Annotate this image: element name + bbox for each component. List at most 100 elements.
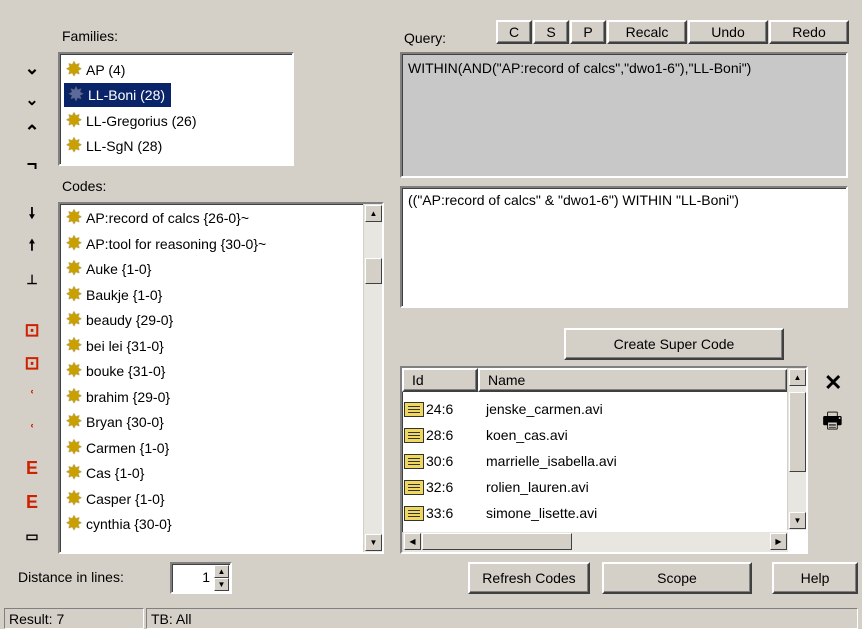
- result-row[interactable]: 33:6 simone_lisette.avi: [404, 500, 784, 526]
- code-list-item[interactable]: ✸ beaudy {29-0}: [64, 308, 174, 332]
- result-row[interactable]: 28:6 koen_cas.avi: [404, 422, 784, 448]
- code-list-item[interactable]: ✸ Baukje {1-0}: [64, 283, 163, 307]
- families-label: Families:: [62, 28, 119, 44]
- tree-icon[interactable]: ⊥: [20, 268, 44, 292]
- printer-icon[interactable]: 🖶: [822, 404, 843, 442]
- bracket-icon-2[interactable]: ⊡: [20, 351, 44, 375]
- scroll-up-button[interactable]: ▲: [789, 369, 806, 386]
- corner-icon[interactable]: ¬: [20, 152, 44, 176]
- code-family-icon: ✸: [67, 84, 85, 106]
- code-list-item[interactable]: ✸ AP:record of calcs {26-0}~: [64, 206, 249, 230]
- list-icon[interactable]: ▭: [20, 524, 44, 548]
- family-item[interactable]: ✸ AP (4): [64, 58, 126, 82]
- result-row[interactable]: 32:6 rolien_lauren.avi: [404, 474, 784, 500]
- arrow-up-icon[interactable]: 🠕: [20, 235, 44, 259]
- status-tb: TB: All: [146, 608, 858, 629]
- code-label: Bryan {30-0}: [86, 414, 164, 430]
- chevron-up-icon[interactable]: ⌃: [20, 120, 44, 144]
- scope-button[interactable]: Scope: [602, 562, 752, 594]
- code-icon: ✸: [65, 309, 83, 331]
- code-list-item[interactable]: ✸ bouke {31-0}: [64, 359, 166, 383]
- code-list-item[interactable]: ✸ AP:tool for reasoning {30-0}~: [64, 232, 267, 256]
- status-result: Result: 7: [4, 608, 144, 629]
- code-list-item[interactable]: ✸ cynthia {30-0}: [64, 512, 172, 536]
- codes-label: Codes:: [62, 178, 107, 194]
- scroll-thumb[interactable]: [365, 258, 382, 284]
- expression-box[interactable]: (("AP:record of calcs" & "dwo1-6") WITHI…: [400, 186, 848, 308]
- redo-button[interactable]: Redo: [769, 20, 849, 44]
- scroll-down-button[interactable]: ▼: [365, 534, 382, 551]
- code-icon: ✸: [65, 385, 83, 408]
- c-button[interactable]: C: [496, 20, 532, 44]
- code-label: beaudy {29-0}: [86, 312, 174, 328]
- result-id: 24:6: [426, 401, 454, 417]
- double-chevron-down-icon[interactable]: ⌄: [20, 88, 44, 112]
- scroll-right-button[interactable]: ▶: [770, 533, 787, 550]
- scroll-left-button[interactable]: ◀: [404, 533, 421, 550]
- arrow-down-icon[interactable]: 🠗: [20, 203, 44, 227]
- column-header-name[interactable]: Name: [478, 368, 788, 392]
- code-list-item[interactable]: ✸ Casper {1-0}: [64, 487, 165, 511]
- distance-value: 1: [202, 569, 210, 585]
- results-hscrollbar[interactable]: ◀ ▶: [402, 532, 788, 552]
- code-list-item[interactable]: ✸ Auke {1-0}: [64, 257, 152, 281]
- code-label: Cas {1-0}: [86, 465, 145, 481]
- code-list-item[interactable]: ✸ Cas {1-0}: [64, 461, 145, 485]
- spin-up-button[interactable]: ▲: [214, 565, 229, 578]
- bracket-icon-4[interactable]: ʿ: [20, 420, 44, 444]
- results-table[interactable]: Id Name 24:6 jenske_carmen.avi 28:6 koen_ca…: [400, 366, 808, 554]
- code-list-item[interactable]: ✸ bei lei {31-0}: [64, 334, 164, 358]
- family-item-selected[interactable]: ✸ LL-Boni (28): [64, 83, 172, 107]
- results-vscrollbar[interactable]: ▲ ▼: [787, 368, 806, 530]
- code-label: brahim {29-0}: [86, 388, 171, 405]
- code-icon: ✸: [65, 436, 83, 459]
- document-icon: [404, 479, 424, 495]
- result-id: 28:6: [426, 427, 454, 443]
- code-icon: ✸: [65, 232, 83, 255]
- create-super-code-button[interactable]: Create Super Code: [564, 328, 784, 360]
- bracket-icon-5[interactable]: E: [20, 456, 44, 480]
- code-icon: ✸: [65, 462, 83, 484]
- scroll-up-button[interactable]: ▲: [365, 205, 382, 222]
- query-box[interactable]: WITHIN(AND("AP:record of calcs","dwo1-6"…: [400, 52, 848, 178]
- code-icon: ✸: [65, 360, 83, 382]
- document-icon: [404, 453, 424, 469]
- codes-scrollbar[interactable]: ▲ ▼: [363, 204, 382, 552]
- result-row[interactable]: 30:6 marrielle_isabella.avi: [404, 448, 784, 474]
- undo-button[interactable]: Undo: [688, 20, 768, 44]
- recalc-button[interactable]: Recalc: [607, 20, 687, 44]
- column-header-id[interactable]: Id: [402, 368, 478, 392]
- families-list[interactable]: ✸ AP (4) ✸ LL-Boni (28) ✸ LL-Gregorius (26)…: [58, 52, 294, 166]
- code-icon: ✸: [65, 207, 83, 229]
- help-button[interactable]: Help: [772, 562, 858, 594]
- code-list-item[interactable]: ✸ Carmen {1-0}: [64, 436, 170, 460]
- distance-spinner[interactable]: 1 ▲ ▼: [170, 562, 232, 594]
- query-text: WITHIN(AND("AP:record of calcs","dwo1-6"…: [408, 60, 752, 76]
- p-button[interactable]: P: [570, 20, 606, 44]
- family-item[interactable]: ✸ LL-SgN (28): [64, 134, 163, 158]
- chevron-down-icon[interactable]: ⌄: [20, 56, 44, 80]
- scroll-thumb[interactable]: [789, 392, 806, 472]
- scroll-down-button[interactable]: ▼: [789, 512, 806, 529]
- bracket-icon-6[interactable]: E: [20, 490, 44, 514]
- document-icon: [404, 505, 424, 521]
- bracket-icon-3[interactable]: ʿ: [20, 386, 44, 410]
- result-row[interactable]: 24:6 jenske_carmen.avi: [404, 396, 784, 422]
- refresh-codes-button[interactable]: Refresh Codes: [468, 562, 590, 594]
- code-icon: ✸: [65, 411, 83, 433]
- code-family-icon: ✸: [65, 135, 83, 157]
- codes-list[interactable]: ✸ AP:record of calcs {26-0}~ ✸ AP:tool for …: [58, 202, 384, 554]
- query-label: Query:: [404, 30, 447, 46]
- result-name: marrielle_isabella.avi: [486, 453, 617, 469]
- close-icon[interactable]: ✕: [824, 370, 842, 396]
- result-id-cell: 28:6: [404, 427, 484, 443]
- family-item[interactable]: ✸ LL-Gregorius (26): [64, 109, 197, 133]
- code-list-item[interactable]: ✸ brahim {29-0}: [64, 385, 170, 409]
- spin-down-button[interactable]: ▼: [214, 578, 229, 591]
- bracket-icon-1[interactable]: ⊡: [20, 318, 44, 342]
- s-button[interactable]: S: [533, 20, 569, 44]
- code-list-item[interactable]: ✸ Bryan {30-0}: [64, 410, 164, 434]
- hscroll-thumb[interactable]: [422, 533, 572, 550]
- document-icon: [404, 401, 424, 417]
- code-label: Carmen {1-0}: [86, 439, 170, 456]
